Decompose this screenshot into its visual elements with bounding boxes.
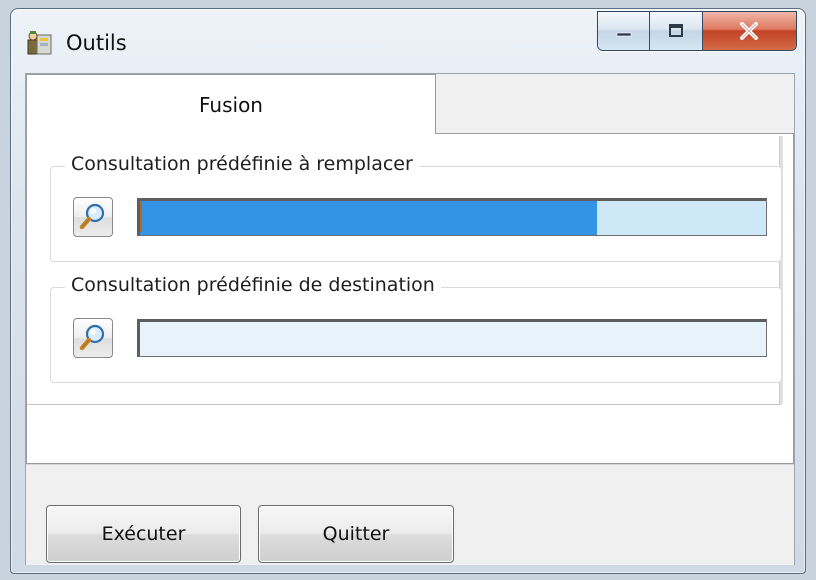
window-body: Fusion Consultation prédéfinie à remplac… bbox=[25, 73, 795, 565]
source-query-field[interactable] bbox=[137, 198, 767, 236]
search-destination-button[interactable] bbox=[73, 318, 113, 358]
tab-fusion-label: Fusion bbox=[199, 92, 263, 117]
search-source-button[interactable] bbox=[73, 197, 113, 237]
tools-window: Outils Fusion Consultation prédéfinie à … bbox=[10, 8, 806, 574]
close-icon bbox=[740, 22, 759, 40]
destination-query-field[interactable] bbox=[137, 319, 767, 357]
button-bar: Exécuter Quitter bbox=[26, 464, 794, 565]
minimize-button[interactable] bbox=[598, 12, 651, 50]
group-destination-label: Consultation prédéfinie de destination bbox=[65, 274, 441, 296]
window-controls bbox=[597, 11, 797, 51]
quit-button[interactable]: Quitter bbox=[258, 505, 454, 563]
execute-button[interactable]: Exécuter bbox=[46, 505, 241, 563]
fusion-tab-panel: Consultation prédéfinie à remplacer Cons… bbox=[26, 133, 794, 464]
panel-divider bbox=[27, 404, 781, 405]
text-caret bbox=[140, 202, 142, 232]
tab-fusion[interactable]: Fusion bbox=[26, 74, 436, 134]
magnifier-icon bbox=[79, 203, 105, 230]
group-destination-query: Consultation prédéfinie de destination bbox=[50, 274, 782, 383]
maximize-button[interactable] bbox=[650, 12, 703, 50]
close-button[interactable] bbox=[702, 12, 796, 50]
source-selection-highlight bbox=[140, 201, 597, 235]
minimize-icon bbox=[616, 32, 632, 37]
tools-app-icon bbox=[27, 31, 52, 55]
title-bar[interactable]: Outils bbox=[11, 9, 805, 67]
group-source-query: Consultation prédéfinie à remplacer bbox=[50, 153, 782, 262]
group-source-label: Consultation prédéfinie à remplacer bbox=[65, 153, 419, 175]
magnifier-icon bbox=[79, 324, 105, 351]
window-title: Outils bbox=[66, 31, 127, 55]
maximize-icon bbox=[669, 24, 684, 37]
